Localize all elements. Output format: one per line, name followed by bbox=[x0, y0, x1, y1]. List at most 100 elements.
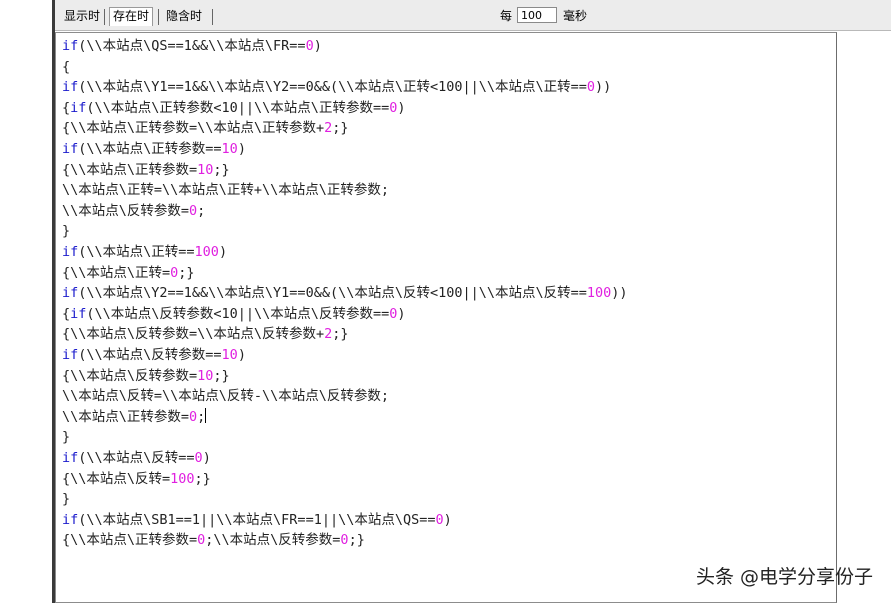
code-line: {\\本站点\反转=100;} bbox=[62, 469, 211, 489]
code-text: ;} bbox=[332, 326, 349, 343]
code-text: ) bbox=[313, 38, 322, 54]
code-number: 10 bbox=[197, 367, 214, 384]
code-text: (\\本站点\正转参数== bbox=[78, 141, 222, 157]
code-text: ; bbox=[197, 202, 206, 219]
code-text: { bbox=[62, 58, 71, 75]
code-line: if(\\本站点\Y1==1&&\\本站点\Y2==0&&(\\本站点\正转<1… bbox=[62, 77, 611, 97]
code-keyword: if bbox=[62, 79, 79, 96]
code-text: ) bbox=[237, 141, 246, 157]
code-keyword: if bbox=[62, 141, 79, 157]
code-text: (\\本站点\Y1==1&&\\本站点\Y2==0&&(\\本站点\正转<100… bbox=[78, 79, 587, 96]
code-line: \\本站点\正转参数=0; bbox=[62, 407, 207, 427]
code-text: ) bbox=[397, 99, 406, 116]
interval-unit-label: 毫秒 bbox=[563, 9, 588, 23]
code-line: {\\本站点\正转参数=10;} bbox=[62, 160, 230, 180]
code-keyword: if bbox=[70, 99, 87, 116]
code-number: 10 bbox=[221, 141, 238, 157]
code-line: if(\\本站点\反转==0) bbox=[62, 448, 211, 468]
script-editor[interactable]: if(\\本站点\QS==1&&\\本站点\FR==0){if(\\本站点\Y1… bbox=[55, 32, 837, 603]
code-line: } bbox=[62, 489, 70, 509]
code-line: } bbox=[62, 427, 70, 447]
code-number: 0 bbox=[305, 38, 314, 54]
code-text: )) bbox=[595, 79, 612, 96]
code-number: 0 bbox=[194, 450, 203, 466]
text-cursor bbox=[205, 407, 207, 423]
code-text: } bbox=[62, 429, 71, 446]
tab-divider bbox=[158, 9, 159, 25]
code-text: { bbox=[62, 305, 71, 322]
code-text: ;} bbox=[178, 264, 195, 281]
code-text: \\本站点\反转参数= bbox=[62, 202, 190, 219]
code-line: {if(\\本站点\反转参数<10||\\本站点\反转参数==0) bbox=[62, 304, 405, 324]
interval-label: 每 bbox=[500, 9, 513, 23]
code-keyword: if bbox=[62, 347, 79, 363]
tab-divider bbox=[104, 9, 105, 25]
tab-display-time[interactable]: 显示时 bbox=[61, 8, 103, 25]
code-text: ;} bbox=[213, 367, 230, 384]
code-text: {\\本站点\正转= bbox=[62, 264, 171, 281]
code-number: 0 bbox=[340, 532, 349, 549]
code-text: \\本站点\正转=\\本站点\正转+\\本站点\正转参数; bbox=[62, 182, 390, 199]
code-text: ;} bbox=[348, 532, 365, 549]
code-text: } bbox=[62, 491, 71, 508]
code-line: \\本站点\反转=\\本站点\反转-\\本站点\反转参数; bbox=[62, 386, 389, 406]
code-number: 10 bbox=[221, 347, 238, 363]
code-text: {\\本站点\正转参数= bbox=[62, 161, 198, 178]
tab-hidden-time[interactable]: 隐含时 bbox=[163, 8, 205, 25]
code-text: {\\本站点\反转参数=\\本站点\反转参数+ bbox=[62, 326, 325, 343]
code-text: ;\\本站点\反转参数= bbox=[205, 532, 341, 549]
code-keyword: if bbox=[70, 305, 87, 322]
code-text: ) bbox=[202, 450, 211, 466]
code-keyword: if bbox=[62, 38, 79, 54]
code-text: (\\本站点\正转== bbox=[78, 244, 195, 260]
code-number: 0 bbox=[189, 202, 198, 219]
code-line: {\\本站点\正转参数=\\本站点\正转参数+2;} bbox=[62, 118, 349, 138]
code-text: (\\本站点\SB1==1||\\本站点\FR==1||\\本站点\QS== bbox=[78, 511, 436, 528]
code-text: (\\本站点\Y2==1&&\\本站点\Y1==0&&(\\本站点\反转<100… bbox=[78, 285, 587, 302]
code-number: 100 bbox=[194, 244, 219, 260]
code-line: if(\\本站点\正转参数==10) bbox=[62, 139, 246, 159]
code-line: \\本站点\正转=\\本站点\正转+\\本站点\正转参数; bbox=[62, 180, 389, 200]
code-line: {\\本站点\正转参数=0;\\本站点\反转参数=0;} bbox=[62, 530, 365, 550]
code-line: {\\本站点\正转=0;} bbox=[62, 263, 195, 283]
code-text: (\\本站点\反转== bbox=[78, 450, 195, 466]
code-line: if(\\本站点\QS==1&&\\本站点\FR==0) bbox=[62, 36, 322, 56]
code-number: 10 bbox=[197, 161, 214, 178]
code-text: ;} bbox=[213, 161, 230, 178]
code-text: } bbox=[62, 223, 71, 240]
code-text: (\\本站点\反转参数== bbox=[78, 347, 222, 363]
code-text: ) bbox=[443, 511, 452, 528]
code-number: 0 bbox=[586, 79, 596, 96]
code-text: ; bbox=[197, 408, 206, 425]
code-number: 0 bbox=[435, 511, 444, 528]
code-text: \\本站点\反转=\\本站点\反转-\\本站点\反转参数; bbox=[62, 388, 390, 405]
code-line: } bbox=[62, 221, 70, 241]
tab-exist-time[interactable]: 存在时 bbox=[109, 7, 154, 26]
code-text: {\\本站点\正转参数= bbox=[62, 532, 198, 549]
code-text: (\\本站点\QS==1&&\\本站点\FR== bbox=[78, 38, 306, 54]
code-line: {\\本站点\反转参数=10;} bbox=[62, 366, 230, 386]
code-line: if(\\本站点\Y2==1&&\\本站点\Y1==0&&(\\本站点\反转<1… bbox=[62, 283, 628, 303]
code-text: ;} bbox=[194, 470, 211, 487]
code-text: {\\本站点\正转参数=\\本站点\正转参数+ bbox=[62, 120, 325, 137]
code-text: ) bbox=[397, 305, 406, 322]
code-text: (\\本站点\反转参数<10||\\本站点\反转参数== bbox=[86, 305, 390, 322]
code-line: \\本站点\反转参数=0; bbox=[62, 201, 205, 221]
code-text: ;} bbox=[332, 120, 349, 137]
code-number: 100 bbox=[586, 285, 612, 302]
code-keyword: if bbox=[62, 285, 79, 302]
code-line: if(\\本站点\反转参数==10) bbox=[62, 345, 246, 365]
code-keyword: if bbox=[62, 511, 79, 528]
code-keyword: if bbox=[62, 244, 79, 260]
code-text: \\本站点\正转参数= bbox=[62, 408, 190, 425]
code-number: 100 bbox=[170, 470, 195, 487]
code-line: { bbox=[62, 57, 70, 77]
toolbar: 显示时 存在时 隐含时 每 毫秒 bbox=[55, 0, 891, 31]
watermark: 头条 @电学分享份子 bbox=[695, 566, 873, 588]
code-text: ) bbox=[237, 347, 246, 363]
code-text: )) bbox=[611, 285, 628, 302]
code-number: 0 bbox=[189, 408, 198, 425]
interval-input[interactable] bbox=[517, 7, 557, 23]
code-text: ) bbox=[218, 244, 228, 260]
code-line: if(\\本站点\SB1==1||\\本站点\FR==1||\\本站点\QS==… bbox=[62, 510, 452, 530]
